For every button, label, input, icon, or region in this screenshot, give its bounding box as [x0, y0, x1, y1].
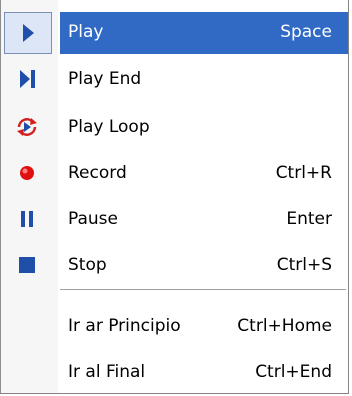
- menu-item-play-loop[interactable]: Play Loop: [0, 104, 348, 150]
- stop-icon: [19, 257, 35, 273]
- pause-icon: [21, 211, 33, 227]
- play-icon: [23, 24, 34, 42]
- menu-item-go-start[interactable]: Ir ar Principio Ctrl+Home: [0, 303, 348, 349]
- menu-separator: [60, 289, 346, 291]
- menu-item-label: Pause: [68, 209, 118, 229]
- menu-item-label: Play Loop: [68, 117, 150, 137]
- menu-item-shortcut: Space: [280, 22, 332, 42]
- menu-item-label: Play: [68, 22, 104, 42]
- menu-item-play-end[interactable]: Play End: [0, 56, 348, 102]
- menu-item-play[interactable]: Play Space: [0, 0, 348, 54]
- menu-item-label: Record: [68, 163, 127, 183]
- menu-item-label: Play End: [68, 69, 142, 89]
- menu-item-shortcut: Ctrl+S: [276, 255, 332, 275]
- menu-item-go-end[interactable]: Ir al Final Ctrl+End: [0, 349, 348, 395]
- menu-item-stop[interactable]: Stop Ctrl+S: [0, 242, 348, 288]
- menu-item-label: Ir ar Principio: [68, 316, 181, 336]
- menu-item-shortcut: Ctrl+R: [275, 163, 332, 183]
- play-end-icon: [20, 70, 35, 88]
- menu-item-label: Stop: [68, 255, 107, 275]
- menu-item-shortcut: Enter: [286, 209, 332, 229]
- play-loop-icon: [17, 118, 37, 136]
- context-menu: Play Space Play End Play Loop Record Ctr…: [0, 0, 349, 394]
- menu-item-shortcut: Ctrl+Home: [237, 316, 332, 336]
- menu-item-shortcut: Ctrl+End: [255, 362, 332, 382]
- menu-item-pause[interactable]: Pause Enter: [0, 196, 348, 242]
- record-icon: [20, 166, 34, 180]
- menu-item-record[interactable]: Record Ctrl+R: [0, 150, 348, 196]
- menu-item-label: Ir al Final: [68, 362, 146, 382]
